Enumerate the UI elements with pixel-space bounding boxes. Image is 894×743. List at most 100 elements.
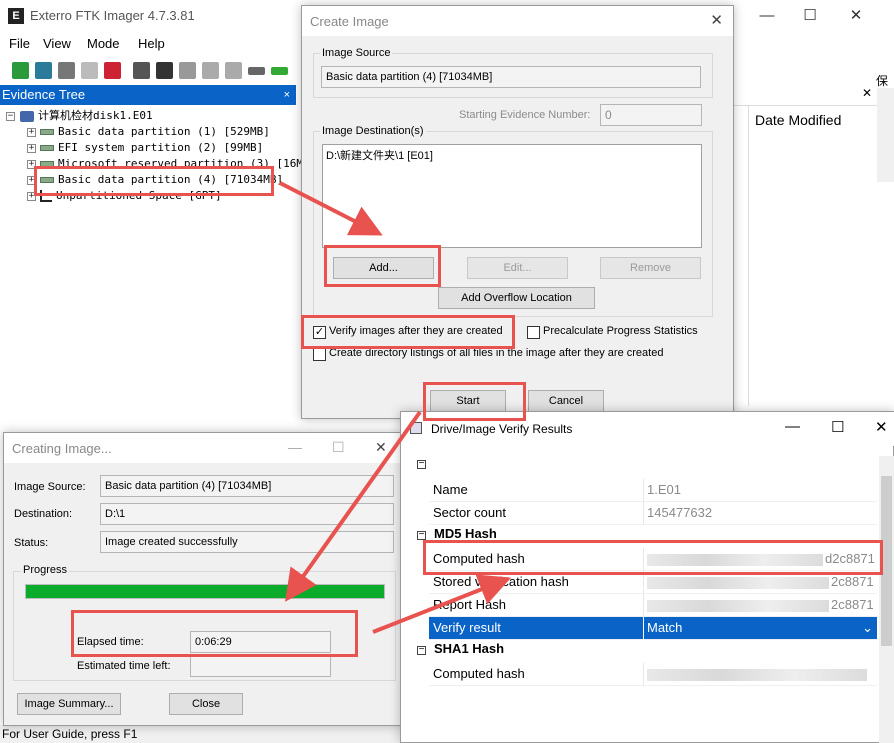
creating-image-title: Creating Image...: [12, 441, 112, 456]
starting-evidence-input[interactable]: 0: [600, 104, 702, 126]
evidence-tree-header: Evidence Tree ×: [0, 85, 296, 105]
tree-item[interactable]: Basic data partition (1) [529MB]: [40, 124, 270, 140]
property-row[interactable]: Sector count 145477632: [429, 502, 877, 525]
image-summary-button[interactable]: Image Summary...: [17, 693, 121, 715]
file-list-close-icon[interactable]: ✕: [862, 86, 872, 100]
status-label: Status:: [14, 537, 49, 549]
create-image-close-icon[interactable]: ✕: [710, 11, 723, 29]
edit-button[interactable]: Edit...: [467, 257, 568, 279]
image-source-group-label: Image Source: [320, 47, 393, 59]
destination-value: D:\1: [100, 503, 394, 525]
precalculate-checkbox[interactable]: [527, 326, 540, 339]
collapse-icon[interactable]: −: [417, 459, 426, 469]
menu-file[interactable]: File: [9, 36, 30, 51]
main-window-title: Exterro FTK Imager 4.7.3.81: [30, 8, 195, 23]
property-row-selected[interactable]: Verify result Match ⌄: [429, 617, 877, 640]
minimize-icon[interactable]: —: [757, 6, 777, 26]
verify-scrollbar[interactable]: [879, 456, 894, 743]
property-row[interactable]: Name 1.E01: [429, 479, 877, 502]
redacted-hash: [647, 668, 867, 681]
collapse-icon[interactable]: −: [6, 112, 15, 121]
status-value: Image created successfully: [100, 531, 394, 553]
file-list-scrollbar[interactable]: [877, 88, 894, 182]
directory-listing-checkbox[interactable]: [313, 348, 326, 361]
column-separator: [643, 617, 644, 640]
expand-icon[interactable]: +: [27, 128, 36, 137]
file-list-header-bar: ✕: [732, 86, 894, 106]
create-disk-image-icon[interactable]: [133, 62, 150, 79]
remove-button[interactable]: Remove: [600, 257, 701, 279]
ftk-app-icon: E: [8, 8, 24, 24]
maximize-icon[interactable]: ☐: [831, 418, 844, 436]
remove-all-evidence-icon[interactable]: [104, 62, 121, 79]
property-value: 2c8871: [831, 574, 874, 589]
tree-item[interactable]: EFI system partition (2) [99MB]: [40, 140, 263, 156]
redacted-hash: [647, 599, 829, 612]
property-name: Name: [433, 482, 468, 497]
close-button[interactable]: Close: [169, 693, 243, 715]
property-name: Verify result: [433, 620, 501, 635]
property-value: 145477632: [647, 505, 713, 520]
evidence-tree-title: Evidence Tree: [2, 87, 86, 102]
export-disk-image-icon[interactable]: [156, 62, 173, 79]
column-separator: [643, 663, 644, 686]
starting-evidence-label: Starting Evidence Number:: [459, 109, 591, 121]
collapse-icon[interactable]: −: [417, 645, 426, 655]
disk-image-icon: [20, 110, 34, 122]
close-icon[interactable]: ✕: [375, 439, 387, 456]
close-icon[interactable]: ✕: [875, 418, 888, 436]
image-source-field: Basic data partition (4) [71034MB]: [321, 66, 701, 88]
verify-window-icon: [410, 422, 422, 434]
progress-group-label: Progress: [21, 564, 70, 576]
redacted-hash: [647, 576, 829, 589]
create-custom-image-icon[interactable]: [225, 62, 242, 79]
evidence-tree-close-icon[interactable]: ×: [284, 85, 290, 105]
maximize-icon[interactable]: ☐: [800, 6, 820, 26]
property-name: Report Hash: [433, 597, 506, 612]
add-all-evidence-icon[interactable]: [35, 62, 52, 79]
create-image-title-bar: Create Image ✕: [302, 6, 733, 36]
decrypt-icon[interactable]: [248, 67, 265, 75]
export-logical-image-icon[interactable]: [179, 62, 196, 79]
dropdown-icon[interactable]: ⌄: [862, 617, 873, 639]
expand-icon[interactable]: +: [27, 144, 36, 153]
remove-evidence-icon[interactable]: [81, 62, 98, 79]
cancel-button[interactable]: Cancel: [528, 390, 604, 412]
creating-image-dialog: Creating Image... — ☐ ✕ Image Source: Ba…: [3, 432, 405, 726]
annotation-box-start: [423, 382, 526, 421]
menu-view[interactable]: View: [43, 36, 71, 51]
column-separator: [643, 479, 644, 502]
menu-bar: File View Mode Help: [0, 33, 300, 55]
add-overflow-location-button[interactable]: Add Overflow Location: [438, 287, 595, 309]
minimize-icon[interactable]: —: [288, 439, 302, 455]
tree-root-label: 计算机检材disk1.E01: [38, 109, 153, 122]
tree-root[interactable]: 计算机检材disk1.E01: [20, 108, 153, 124]
destination-item[interactable]: D:\新建文件夹\1 [E01]: [326, 147, 433, 163]
toolbar: [0, 58, 300, 84]
destination-label: Destination:: [14, 508, 73, 520]
menu-help[interactable]: Help: [138, 36, 165, 51]
property-row[interactable]: Report Hash 2c8871: [429, 594, 877, 617]
property-name: Computed hash: [433, 666, 525, 681]
maximize-icon[interactable]: ☐: [332, 439, 345, 456]
date-modified-column[interactable]: Date Modified: [755, 112, 841, 128]
md5-category: MD5 Hash: [434, 526, 497, 541]
create-image-dialog: Create Image ✕ Image Source Basic data p…: [301, 5, 734, 419]
add-evidence-icon[interactable]: [12, 62, 29, 79]
destinations-list[interactable]: D:\新建文件夹\1 [E01]: [322, 144, 702, 248]
property-row[interactable]: Computed hash: [429, 663, 877, 686]
progress-bar: [25, 584, 385, 599]
property-name: Sector count: [433, 505, 506, 520]
memory-capture-icon[interactable]: [271, 67, 288, 75]
image-mounting-icon[interactable]: [58, 62, 75, 79]
annotation-box-add: [324, 245, 441, 287]
add-to-custom-content-icon[interactable]: [202, 62, 219, 79]
minimize-icon[interactable]: —: [785, 418, 800, 435]
menu-mode[interactable]: Mode: [87, 36, 120, 51]
image-source-label: Image Source:: [14, 481, 86, 493]
column-divider: [748, 106, 749, 406]
collapse-icon[interactable]: −: [417, 530, 426, 540]
creating-image-title-bar: Creating Image... — ☐ ✕: [4, 433, 404, 463]
close-icon[interactable]: ✕: [846, 6, 866, 26]
tree-item-label: EFI system partition (2) [99MB]: [58, 141, 264, 154]
